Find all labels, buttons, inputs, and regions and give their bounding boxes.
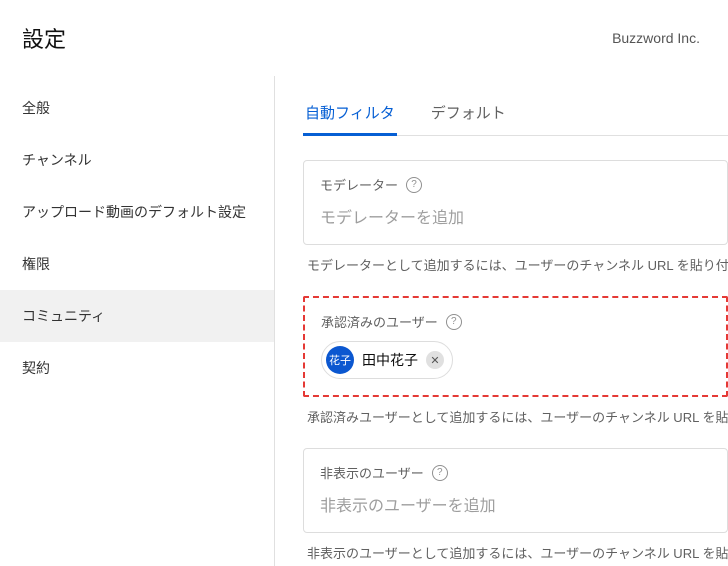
brand-name: Buzzword Inc. — [612, 30, 700, 46]
approved-label: 承認済みのユーザー — [321, 312, 438, 331]
sidebar-item-community[interactable]: コミュニティ — [0, 290, 274, 342]
hidden-users-card: 非表示のユーザー ? 非表示のユーザーを追加 — [303, 448, 728, 533]
hidden-label: 非表示のユーザー — [320, 463, 424, 482]
header: 設定 Buzzword Inc. — [0, 0, 728, 76]
close-icon[interactable]: ✕ — [426, 351, 444, 369]
approved-users-card: 承認済みのユーザー ? 花子 田中花子 ✕ — [303, 296, 728, 397]
help-icon[interactable]: ? — [406, 177, 422, 193]
sidebar-item-upload-defaults[interactable]: アップロード動画のデフォルト設定 — [0, 186, 274, 238]
sidebar-item-permissions[interactable]: 権限 — [0, 238, 274, 290]
user-chip-name: 田中花子 — [362, 350, 418, 370]
sidebar-item-channel[interactable]: チャンネル — [0, 134, 274, 186]
moderator-label: モデレーター — [320, 175, 398, 194]
tabs: 自動フィルタ デフォルト — [303, 96, 728, 136]
main: 全般 チャンネル アップロード動画のデフォルト設定 権限 コミュニティ 契約 自… — [0, 76, 728, 566]
approved-label-row: 承認済みのユーザー ? — [321, 312, 710, 331]
hidden-hint: 非表示のユーザーとして追加するには、ユーザーのチャンネル URL を貼り付けます — [307, 543, 728, 562]
moderator-card: モデレーター ? モデレーターを追加 — [303, 160, 728, 245]
approved-hint: 承認済みユーザーとして追加するには、ユーザーのチャンネル URL を貼り付けます — [307, 407, 728, 426]
hidden-input[interactable]: 非表示のユーザーを追加 — [320, 492, 711, 516]
help-icon[interactable]: ? — [432, 465, 448, 481]
moderator-label-row: モデレーター ? — [320, 175, 711, 194]
sidebar-item-general[interactable]: 全般 — [0, 82, 274, 134]
user-chip[interactable]: 花子 田中花子 ✕ — [321, 341, 453, 379]
tab-auto-filter[interactable]: 自動フィルタ — [303, 96, 397, 135]
sidebar: 全般 チャンネル アップロード動画のデフォルト設定 権限 コミュニティ 契約 — [0, 76, 275, 566]
content-panel: 自動フィルタ デフォルト モデレーター ? モデレーターを追加 モデレーターとし… — [275, 76, 728, 566]
moderator-hint: モデレーターとして追加するには、ユーザーのチャンネル URL を貼り付けます — [307, 255, 728, 274]
help-icon[interactable]: ? — [446, 314, 462, 330]
sidebar-item-contract[interactable]: 契約 — [0, 342, 274, 394]
tab-default[interactable]: デフォルト — [429, 96, 508, 135]
moderator-input[interactable]: モデレーターを追加 — [320, 204, 711, 228]
avatar: 花子 — [326, 346, 354, 374]
hidden-label-row: 非表示のユーザー ? — [320, 463, 711, 482]
page-title: 設定 — [22, 22, 66, 54]
approved-chip-row: 花子 田中花子 ✕ — [321, 341, 710, 379]
